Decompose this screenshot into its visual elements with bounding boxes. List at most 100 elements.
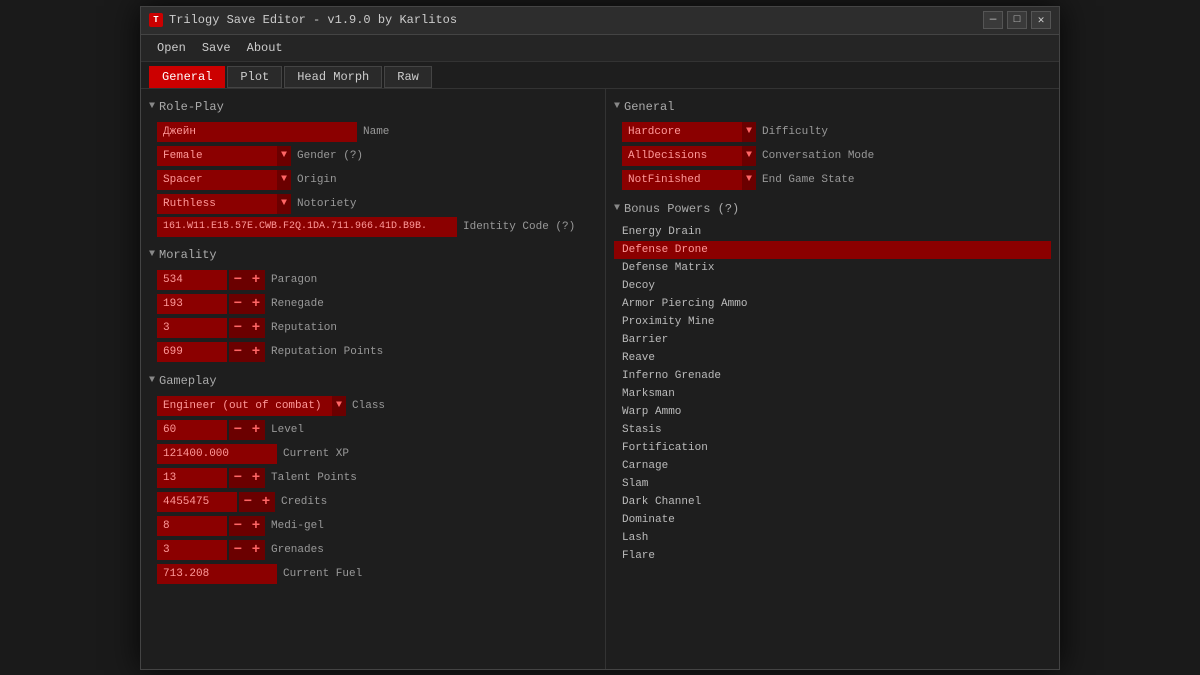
grenades-value[interactable]: 3 [157,540,227,560]
credits-plus[interactable]: + [257,492,275,512]
bonus-power-item[interactable]: Slam [614,475,1051,493]
level-minus[interactable]: − [229,420,247,440]
morality-title: Morality [159,248,217,262]
identity-value[interactable]: 161.W11.E15.57E.CWB.F2Q.1DA.711.966.41D.… [157,217,457,237]
origin-dropdown[interactable]: ▼ [277,170,291,190]
title-bar: T Trilogy Save Editor - v1.9.0 by Karlit… [141,7,1059,35]
tab-raw[interactable]: Raw [384,66,432,88]
notoriety-row: Ruthless ▼ Notoriety [157,193,597,215]
class-label: Class [352,400,385,412]
medigel-plus[interactable]: + [247,516,265,536]
maximize-button[interactable]: □ [1007,11,1027,29]
close-button[interactable]: ✕ [1031,11,1051,29]
xp-row: 121400.000 Current XP [157,443,597,465]
talent-minus[interactable]: − [229,468,247,488]
rep-points-value[interactable]: 699 [157,342,227,362]
bonus-power-item[interactable]: Reave [614,349,1051,367]
bonus-power-item[interactable]: Decoy [614,277,1051,295]
medigel-minus[interactable]: − [229,516,247,536]
menu-open[interactable]: Open [149,39,194,57]
menu-about[interactable]: About [239,39,291,57]
conversation-label: Conversation Mode [762,150,874,162]
rep-points-minus[interactable]: − [229,342,247,362]
gender-label: Gender (?) [297,150,363,162]
credits-value[interactable]: 4455475 [157,492,237,512]
fuel-value[interactable]: 713.208 [157,564,277,584]
window-controls: — □ ✕ [983,11,1051,29]
endgame-dropdown[interactable]: ▼ [742,170,756,190]
notoriety-dropdown[interactable]: ▼ [277,194,291,214]
origin-value[interactable]: Spacer [157,170,277,190]
name-value[interactable]: Джейн [157,122,357,142]
origin-row: Spacer ▼ Origin [157,169,597,191]
reputation-minus[interactable]: − [229,318,247,338]
renegade-minus[interactable]: − [229,294,247,314]
difficulty-dropdown[interactable]: ▼ [742,122,756,142]
reputation-plus[interactable]: + [247,318,265,338]
gender-value[interactable]: Female [157,146,277,166]
rep-points-label: Reputation Points [271,346,383,358]
bonus-power-item[interactable]: Defense Drone [614,241,1051,259]
xp-value[interactable]: 121400.000 [157,444,277,464]
bonus-power-item[interactable]: Flare [614,547,1051,565]
fuel-row: 713.208 Current Fuel [157,563,597,585]
bonus-power-item[interactable]: Defense Matrix [614,259,1051,277]
level-value[interactable]: 60 [157,420,227,440]
bonus-power-item[interactable]: Warp Ammo [614,403,1051,421]
bonus-power-item[interactable]: Dominate [614,511,1051,529]
renegade-row: 193 − + Renegade [157,293,597,315]
bonus-power-item[interactable]: Armor Piercing Ammo [614,295,1051,313]
paragon-value[interactable]: 534 [157,270,227,290]
bonus-power-item[interactable]: Dark Channel [614,493,1051,511]
bonus-power-item[interactable]: Proximity Mine [614,313,1051,331]
talent-plus[interactable]: + [247,468,265,488]
menu-save[interactable]: Save [194,39,239,57]
level-label: Level [271,424,304,436]
minimize-button[interactable]: — [983,11,1003,29]
app-icon: T [149,13,163,27]
medigel-value[interactable]: 8 [157,516,227,536]
gameplay-triangle[interactable]: ▼ [149,375,155,386]
grenades-plus[interactable]: + [247,540,265,560]
paragon-minus[interactable]: − [229,270,247,290]
tab-general[interactable]: General [149,66,225,88]
conversation-value[interactable]: AllDecisions [622,146,742,166]
gender-dropdown[interactable]: ▼ [277,146,291,166]
paragon-plus[interactable]: + [247,270,265,290]
grenades-row: 3 − + Grenades [157,539,597,561]
bonus-power-item[interactable]: Stasis [614,421,1051,439]
renegade-plus[interactable]: + [247,294,265,314]
right-general-triangle[interactable]: ▼ [614,101,620,112]
level-plus[interactable]: + [247,420,265,440]
class-dropdown[interactable]: ▼ [332,396,346,416]
credits-minus[interactable]: − [239,492,257,512]
gender-row: Female ▼ Gender (?) [157,145,597,167]
right-general-content: Hardcore ▼ Difficulty AllDecisions ▼ Con… [614,121,1051,191]
morality-triangle[interactable]: ▼ [149,249,155,260]
renegade-value[interactable]: 193 [157,294,227,314]
notoriety-value[interactable]: Ruthless [157,194,277,214]
difficulty-value[interactable]: Hardcore [622,122,742,142]
tab-head-morph[interactable]: Head Morph [284,66,382,88]
bonus-power-item[interactable]: Energy Drain [614,223,1051,241]
endgame-value[interactable]: NotFinished [622,170,742,190]
grenades-minus[interactable]: − [229,540,247,560]
bonus-power-item[interactable]: Barrier [614,331,1051,349]
bonus-powers-triangle[interactable]: ▼ [614,203,620,214]
menu-bar: Open Save About [141,35,1059,62]
roleplay-header: ▼ Role-Play [149,97,597,117]
bonus-power-item[interactable]: Inferno Grenade [614,367,1051,385]
talent-value[interactable]: 13 [157,468,227,488]
roleplay-triangle[interactable]: ▼ [149,101,155,112]
bonus-power-item[interactable]: Carnage [614,457,1051,475]
rep-points-plus[interactable]: + [247,342,265,362]
bonus-power-item[interactable]: Fortification [614,439,1051,457]
reputation-value[interactable]: 3 [157,318,227,338]
class-value[interactable]: Engineer (out of combat) [157,396,332,416]
left-panel: ▼ Role-Play Джейн Name Female ▼ Gender (… [141,89,606,669]
title-bar-left: T Trilogy Save Editor - v1.9.0 by Karlit… [149,13,457,27]
tab-plot[interactable]: Plot [227,66,282,88]
bonus-power-item[interactable]: Lash [614,529,1051,547]
bonus-power-item[interactable]: Marksman [614,385,1051,403]
conversation-dropdown[interactable]: ▼ [742,146,756,166]
